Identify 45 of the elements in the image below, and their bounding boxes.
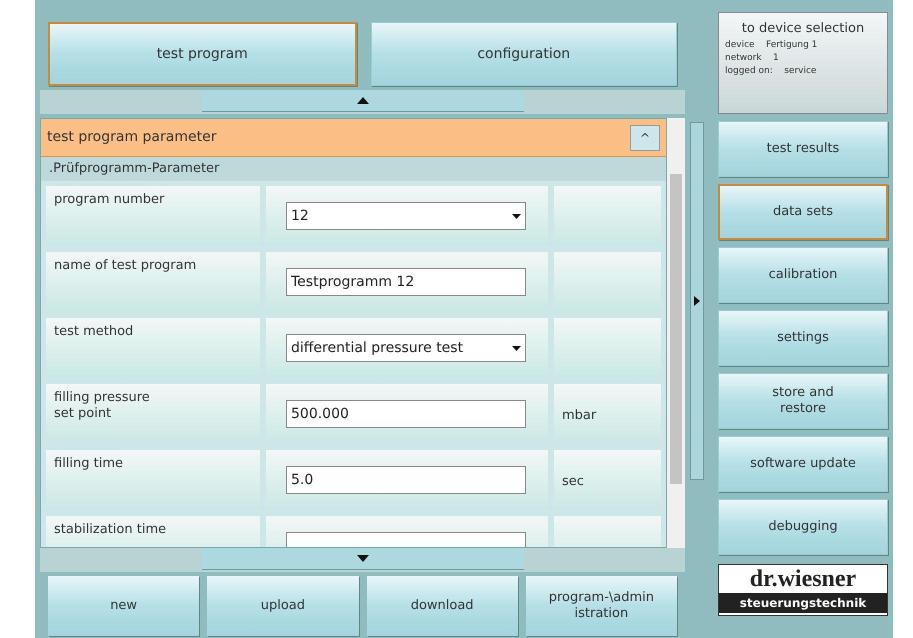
- device-selection-title: to device selection: [742, 20, 864, 38]
- tab[interactable]: test program: [48, 22, 356, 86]
- unit-cell: mbar: [554, 384, 661, 444]
- input-field[interactable]: 5.0: [286, 466, 526, 494]
- logo-tagline: steuerungstechnik: [719, 593, 887, 613]
- parameter-label: stabilization time: [46, 516, 260, 547]
- toolbar-button[interactable]: upload: [207, 576, 358, 636]
- nav-button[interactable]: data sets: [718, 184, 888, 240]
- input-field[interactable]: 500.000: [286, 400, 526, 428]
- caret-up-icon: [356, 97, 368, 104]
- dropdown-arrow-icon: [512, 214, 521, 218]
- parameter-label: filling pressure set point: [46, 384, 260, 444]
- nav-button[interactable]: test results: [718, 121, 888, 177]
- nav-button[interactable]: software update: [718, 436, 888, 492]
- logo-name: dr.wiesner: [748, 565, 858, 593]
- device-info: device Fertigung 1: [725, 38, 818, 52]
- device-info: network 1: [725, 52, 779, 64]
- scroll-up-button[interactable]: [202, 90, 524, 112]
- parameter-label: name of test program: [46, 252, 260, 312]
- dropdown-arrow-icon: [512, 346, 521, 350]
- parameter-label: program number: [46, 186, 260, 246]
- toolbar-button[interactable]: program-\admin istration: [526, 576, 677, 636]
- caret-down-icon: [356, 555, 368, 562]
- nav-button[interactable]: store and restore: [718, 373, 888, 429]
- scrollbar[interactable]: [667, 118, 685, 548]
- device-selection-button[interactable]: to device selection device Fertigung 1 network 1 logged on: service: [718, 12, 888, 114]
- parameter-label: filling time: [46, 450, 260, 510]
- toolbar-button[interactable]: new: [48, 576, 200, 636]
- device-info: logged on: service: [725, 64, 816, 78]
- section-subtitle: .Prüfprogramm-Parameter: [41, 157, 666, 181]
- tab[interactable]: configuration: [370, 22, 677, 86]
- scroll-down-button[interactable]: [202, 548, 524, 570]
- nav-button[interactable]: debugging: [718, 499, 888, 555]
- unit-cell: sec: [554, 450, 661, 510]
- nav-button[interactable]: settings: [718, 310, 888, 366]
- dropdown[interactable]: 12: [286, 202, 526, 230]
- dropdown[interactable]: differential pressure test: [286, 334, 526, 362]
- toolbar-button[interactable]: download: [366, 576, 518, 636]
- collapse-button[interactable]: ^: [630, 124, 660, 150]
- input-field[interactable]: Testprogramm 12: [286, 268, 526, 296]
- caret-right-icon: [694, 296, 700, 306]
- nav-button[interactable]: calibration: [718, 247, 888, 303]
- section-title: test program parameter: [47, 128, 218, 147]
- side-panel-handle[interactable]: [690, 122, 704, 480]
- parameter-label: test method: [46, 318, 260, 378]
